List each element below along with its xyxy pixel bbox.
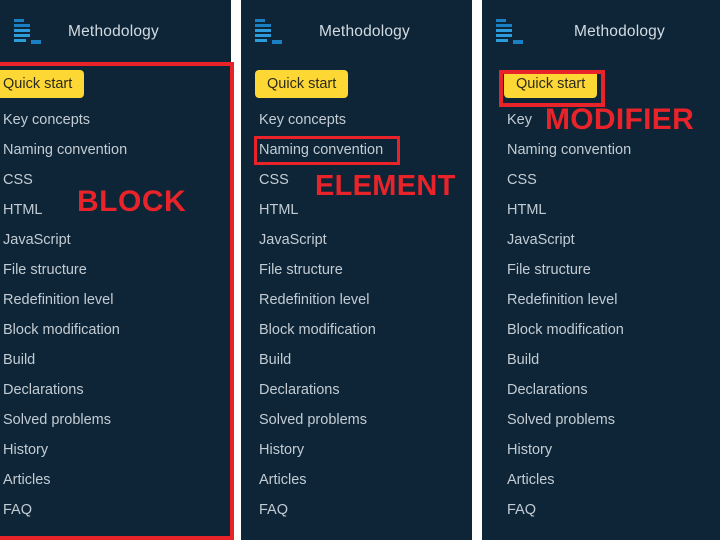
sidebar-item-faq[interactable]: FAQ [0, 495, 32, 525]
sidebar-item-naming-convention[interactable]: Naming convention [0, 135, 127, 165]
sidebar-item-file-structure[interactable]: File structure [482, 255, 591, 285]
sidebar-navigation-element: Quick start Key concepts Naming conventi… [241, 62, 472, 540]
sidebar-item-history[interactable]: History [0, 435, 48, 465]
sidebar-item-javascript[interactable]: JavaScript [0, 225, 71, 255]
sidebar-item-css[interactable]: CSS [0, 165, 33, 195]
sidebar-item-history[interactable]: History [482, 435, 552, 465]
sidebar-item-articles[interactable]: Articles [0, 465, 51, 495]
sidebar-item-naming-convention[interactable]: Naming convention [482, 135, 631, 165]
sidebar-item-css[interactable]: CSS [241, 165, 289, 195]
sidebar-item-naming-convention[interactable]: Naming convention [241, 135, 383, 165]
sidebar-item-quick-start[interactable]: Quick start [0, 70, 85, 98]
annotation-label-modifier: MODIFIER [545, 103, 695, 136]
sidebar-item-declarations[interactable]: Declarations [0, 375, 84, 405]
panel-divider-2 [472, 0, 482, 540]
sidebar-item-css[interactable]: CSS [482, 165, 537, 195]
sidebar-item-html[interactable]: HTML [241, 195, 298, 225]
sidebar-item-history[interactable]: History [241, 435, 304, 465]
panel-element: Methodology Quick start Key concepts Nam… [241, 0, 472, 540]
sidebar-item-quick-start[interactable]: Quick start [504, 70, 598, 98]
bem-logo-icon [494, 18, 530, 46]
sidebar-item-build[interactable]: Build [241, 345, 291, 375]
panel-header-modifier: Methodology [482, 0, 720, 62]
sidebar-item-block-modification[interactable]: Block modification [482, 315, 624, 345]
sidebar-item-articles[interactable]: Articles [241, 465, 307, 495]
sidebar-item-file-structure[interactable]: File structure [0, 255, 87, 285]
sidebar-item-solved-problems[interactable]: Solved problems [0, 405, 111, 435]
sidebar-navigation-block: Quick start Key concepts Naming conventi… [0, 62, 231, 540]
sidebar-item-faq[interactable]: FAQ [241, 495, 288, 525]
sidebar-item-key-concepts[interactable]: Key [482, 105, 532, 135]
screenshot-stage: Methodology Quick start Key concepts Nam… [0, 0, 720, 540]
sidebar-item-file-structure[interactable]: File structure [241, 255, 343, 285]
panel-modifier: Methodology Quick start Key Naming conve… [482, 0, 720, 540]
page-title: Methodology [319, 23, 410, 40]
panel-divider-1 [231, 0, 241, 540]
annotation-label-block: BLOCK [77, 185, 187, 218]
sidebar-item-faq[interactable]: FAQ [482, 495, 536, 525]
sidebar-item-block-modification[interactable]: Block modification [0, 315, 120, 345]
sidebar-item-redefinition-level[interactable]: Redefinition level [482, 285, 617, 315]
panel-block: Methodology Quick start Key concepts Nam… [0, 0, 231, 540]
bem-logo-icon [12, 18, 48, 46]
annotation-label-element: ELEMENT [315, 170, 456, 202]
sidebar-item-redefinition-level[interactable]: Redefinition level [241, 285, 369, 315]
panel-header-element: Methodology [241, 0, 472, 62]
sidebar-item-html[interactable]: HTML [482, 195, 546, 225]
page-title: Methodology [68, 23, 159, 40]
sidebar-item-html[interactable]: HTML [0, 195, 42, 225]
sidebar-item-solved-problems[interactable]: Solved problems [482, 405, 615, 435]
sidebar-item-key-concepts[interactable]: Key concepts [0, 105, 90, 135]
page-title: Methodology [574, 23, 665, 40]
sidebar-item-block-modification[interactable]: Block modification [241, 315, 376, 345]
sidebar-item-articles[interactable]: Articles [482, 465, 555, 495]
sidebar-item-solved-problems[interactable]: Solved problems [241, 405, 367, 435]
sidebar-item-javascript[interactable]: JavaScript [241, 225, 327, 255]
sidebar-item-build[interactable]: Build [482, 345, 539, 375]
sidebar-item-declarations[interactable]: Declarations [241, 375, 340, 405]
sidebar-item-build[interactable]: Build [0, 345, 35, 375]
sidebar-item-quick-start[interactable]: Quick start [255, 70, 349, 98]
bem-logo-icon [253, 18, 289, 46]
sidebar-item-redefinition-level[interactable]: Redefinition level [0, 285, 113, 315]
sidebar-item-declarations[interactable]: Declarations [482, 375, 588, 405]
panel-header-block: Methodology [0, 0, 231, 62]
sidebar-item-javascript[interactable]: JavaScript [482, 225, 575, 255]
sidebar-item-key-concepts[interactable]: Key concepts [241, 105, 346, 135]
